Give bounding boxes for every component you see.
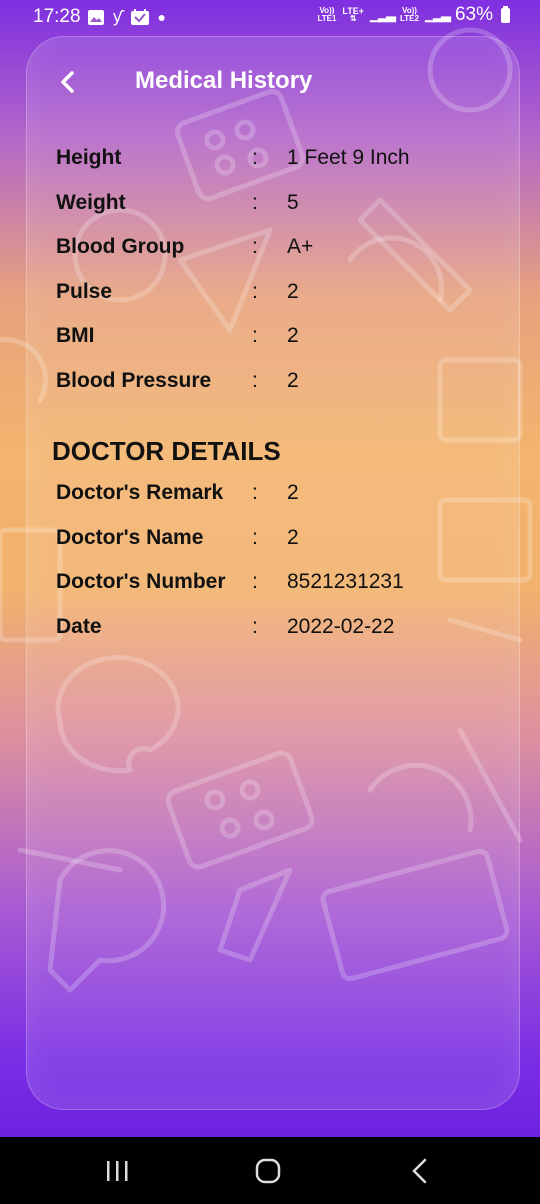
home-icon: [255, 1158, 281, 1184]
detail-label: Doctor's Remark: [56, 481, 224, 504]
separator: :: [252, 615, 258, 638]
detail-label: Blood Group: [56, 235, 185, 258]
detail-row-blood-group: Blood Group : A+: [56, 235, 496, 265]
detail-label: Doctor's Name: [56, 526, 204, 549]
detail-value: 2022-02-22: [287, 615, 395, 638]
separator: :: [252, 369, 258, 392]
separator: :: [252, 481, 258, 504]
detail-row-doctor-remark: Doctor's Remark : 2: [56, 481, 496, 511]
detail-value: 2: [287, 324, 299, 347]
y-app-icon: ƴ: [113, 7, 122, 26]
detail-label: Doctor's Number: [56, 570, 226, 593]
detail-value: 5: [287, 191, 299, 214]
dot-icon: ●: [157, 9, 166, 25]
separator: :: [252, 191, 258, 214]
home-button[interactable]: [248, 1155, 288, 1187]
detail-row-weight: Weight : 5: [56, 191, 496, 221]
status-left-icons: ƴ ●: [88, 7, 166, 27]
back-icon: [412, 1158, 427, 1184]
detail-row-blood-pressure: Blood Pressure : 2: [56, 369, 496, 399]
detail-value: A+: [287, 235, 314, 258]
detail-row-height: Height : 1 Feet 9 Inch: [56, 146, 496, 176]
page-title: Medical History: [135, 67, 313, 94]
detail-value: 2: [287, 481, 299, 504]
separator: :: [252, 324, 258, 347]
back-button[interactable]: [50, 64, 86, 100]
separator: :: [252, 235, 258, 258]
network-lte2: Vo)) LTE2: [400, 7, 419, 23]
battery-icon: [501, 5, 510, 23]
network-lte1: Vo)) LTE1: [317, 7, 336, 23]
status-bar: 17:28 ƴ ● Vo)) LTE1 LTE+ ⇅ ▁▂▃ Vo)) LTE2…: [0, 0, 540, 36]
detail-row-doctor-number: Doctor's Number : 8521231231: [56, 570, 496, 600]
gallery-icon: [88, 9, 104, 25]
detail-row-date: Date : 2022-02-22: [56, 615, 496, 645]
calendar-icon: [130, 9, 149, 25]
status-right: Vo)) LTE1 LTE+ ⇅ ▁▂▃ Vo)) LTE2 ▁▂▃ 63%: [317, 4, 510, 26]
recents-button[interactable]: [98, 1155, 138, 1187]
detail-label: Weight: [56, 191, 126, 214]
detail-label: Height: [56, 146, 122, 169]
nav-back-button[interactable]: [400, 1155, 440, 1187]
signal-icon-2: ▁▂▃: [424, 7, 451, 22]
status-time: 17:28: [33, 6, 81, 27]
recents-icon: [107, 1161, 128, 1181]
detail-value: 2: [287, 526, 299, 549]
net2-bottom: LTE2: [400, 14, 419, 23]
network-lteplus: LTE+ ⇅: [342, 7, 364, 23]
detail-value: 1 Feet 9 Inch: [287, 146, 410, 169]
doctor-details-heading: DOCTOR DETAILS: [52, 436, 281, 466]
net1-bottom: LTE1: [317, 14, 337, 23]
chevron-left-icon: [61, 71, 74, 93]
header: Medical History: [0, 36, 540, 132]
detail-label: Pulse: [56, 280, 113, 303]
detail-value: 2: [287, 280, 299, 303]
separator: :: [252, 570, 258, 593]
detail-value: 8521231231: [287, 570, 404, 593]
battery-percent: 63%: [454, 4, 493, 25]
detail-row-bmi: BMI : 2: [56, 324, 496, 354]
detail-row-pulse: Pulse : 2: [56, 280, 496, 310]
detail-value: 2: [287, 369, 299, 392]
navigation-bar: [0, 1137, 540, 1204]
separator: :: [252, 526, 258, 549]
detail-row-doctor-name: Doctor's Name : 2: [56, 526, 496, 556]
separator: :: [252, 146, 258, 169]
detail-label: Blood Pressure: [56, 369, 212, 392]
detail-label: BMI: [56, 324, 95, 347]
signal-icon: ▁▂▃: [370, 7, 396, 22]
separator: :: [252, 280, 258, 303]
detail-label: Date: [56, 615, 102, 638]
arrows-icon: ⇅: [349, 14, 357, 23]
